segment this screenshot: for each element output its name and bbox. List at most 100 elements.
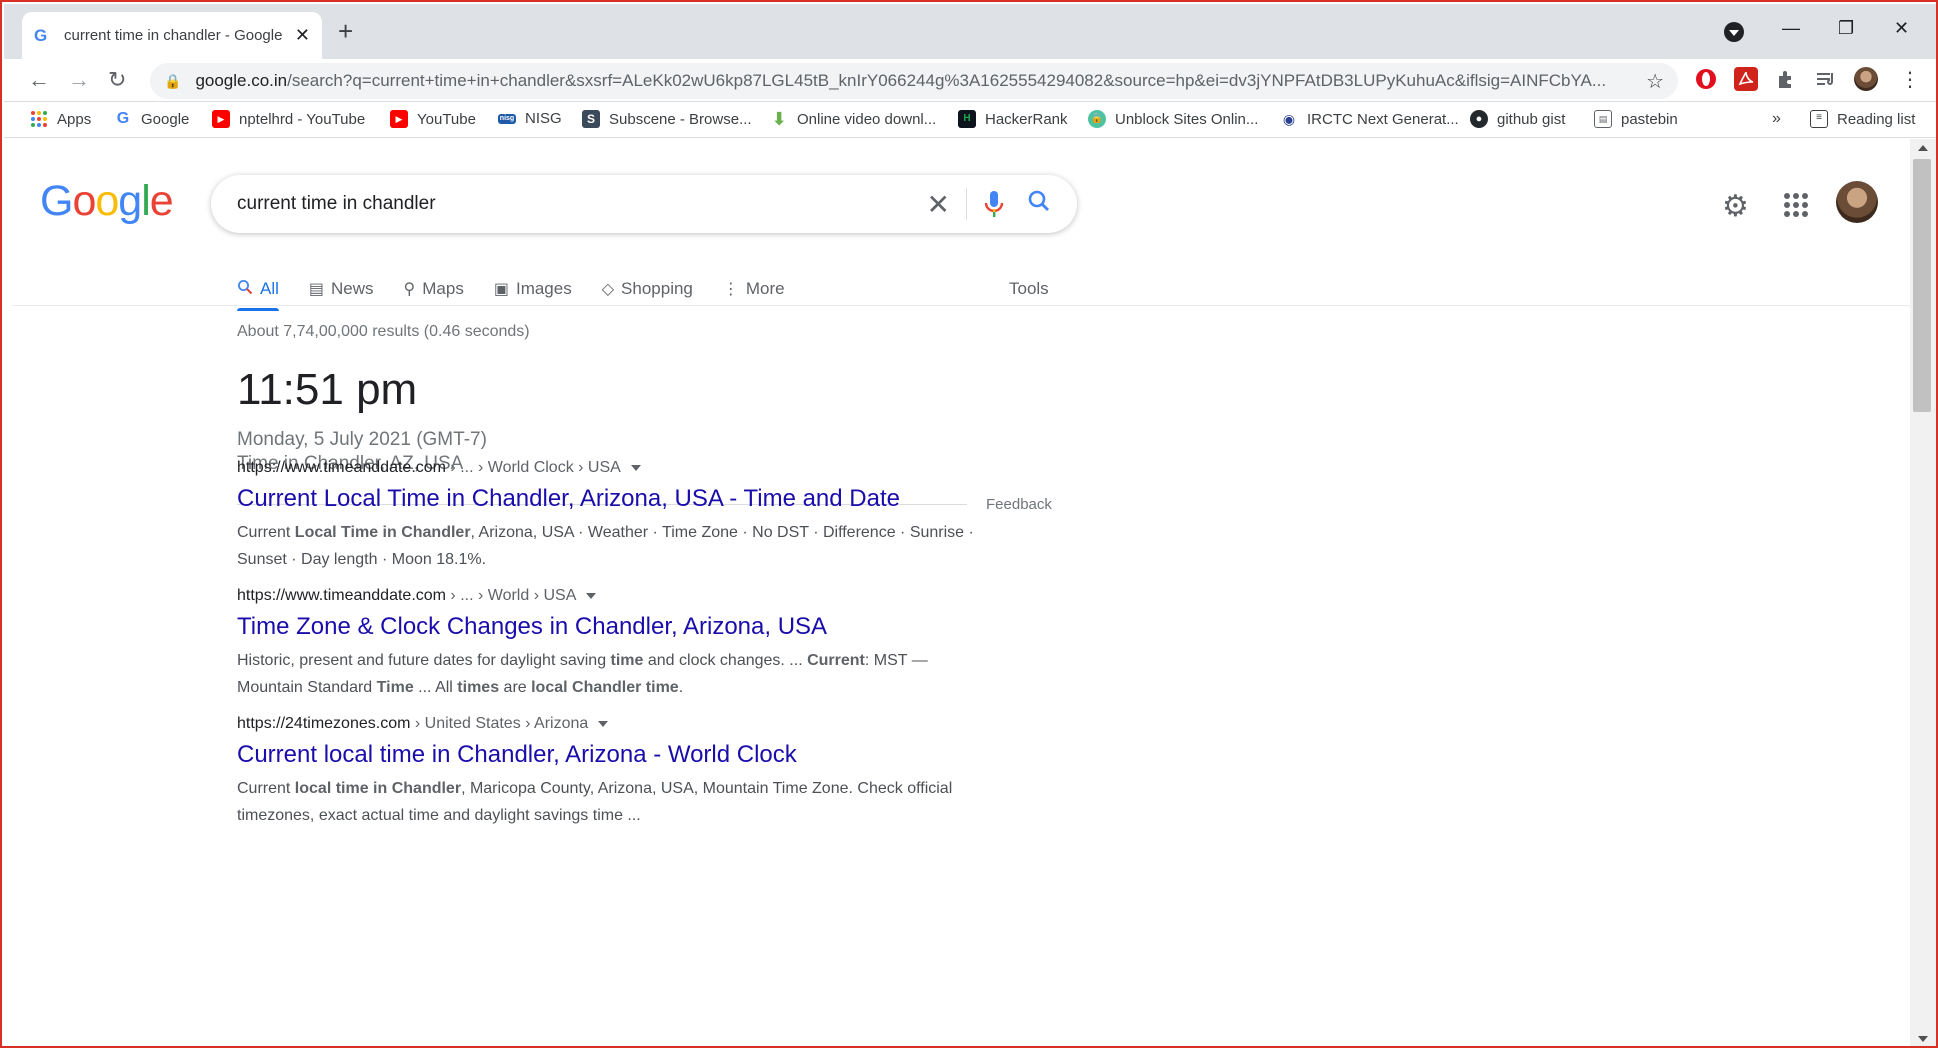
tab-strip: G current time in chandler - Google ✕ + … xyxy=(4,4,1936,59)
result-snippet: Current Local Time in Chandler, Arizona,… xyxy=(237,519,997,573)
search-icon xyxy=(237,279,253,300)
irctc-icon: ◉ xyxy=(1282,111,1296,127)
snippet-text: Current xyxy=(237,524,295,541)
reload-icon[interactable]: ↻ xyxy=(108,67,126,93)
bookmark-subscene[interactable]: S Subscene - Browse... xyxy=(582,110,752,128)
github-icon: ● xyxy=(1470,110,1488,128)
back-icon[interactable]: ← xyxy=(28,67,50,93)
google-g-icon: G xyxy=(116,110,130,127)
current-date: Monday, 5 July 2021 (GMT-7) xyxy=(237,429,487,450)
bookmark-label: nptelhrd - YouTube xyxy=(239,110,366,128)
browser-tab[interactable]: G current time in chandler - Google ✕ xyxy=(22,12,322,59)
tab-label: More xyxy=(745,279,785,298)
result-menu-caret-icon[interactable] xyxy=(586,592,597,599)
gear-icon[interactable]: ⚙ xyxy=(1722,189,1749,224)
menu-dots-icon[interactable]: ⋮ xyxy=(1900,67,1920,92)
result-menu-caret-icon[interactable] xyxy=(598,720,609,727)
scroll-down-arrow-icon[interactable] xyxy=(1918,1036,1928,1042)
tools-label: Tools xyxy=(1009,279,1049,298)
bookmark-github-gist[interactable]: ● github gist xyxy=(1470,110,1565,128)
result-menu-caret-icon[interactable] xyxy=(630,464,641,471)
search-input[interactable]: current time in chandler xyxy=(237,193,927,215)
result-snippet: Current local time in Chandler, Maricopa… xyxy=(237,775,997,829)
bookmark-google[interactable]: G Google xyxy=(114,110,190,128)
bookmark-apps[interactable]: Apps xyxy=(30,110,91,128)
browser-window: G current time in chandler - Google ✕ + … xyxy=(0,0,1938,1048)
search-result: https://24timezones.com › United States … xyxy=(237,715,997,829)
reading-list-button[interactable]: ≡ Reading list xyxy=(1810,110,1915,128)
bookmark-label: github gist xyxy=(1497,110,1566,128)
extensions-puzzle-icon[interactable] xyxy=(1774,67,1798,91)
result-title-link[interactable]: Current local time in Chandler, Arizona … xyxy=(237,741,997,769)
tabs-divider xyxy=(12,305,1910,306)
media-queue-icon[interactable] xyxy=(1814,67,1838,91)
bookmark-nisg[interactable]: nisg NISG xyxy=(498,110,562,127)
result-stats: About 7,74,00,000 results (0.46 seconds) xyxy=(237,323,530,340)
bookmark-pastebin[interactable]: ▤ pastebin xyxy=(1594,110,1678,128)
snippet-highlight: Time xyxy=(376,679,414,696)
result-url[interactable]: https://www.timeanddate.com › ... › Worl… xyxy=(237,587,997,605)
google-favicon-icon: G xyxy=(34,25,48,45)
scrollbar-thumb[interactable] xyxy=(1913,159,1931,412)
address-bar[interactable]: 🔒 google.co.in/search?q=current+time+in+… xyxy=(150,63,1678,99)
minimize-button[interactable]: — xyxy=(1782,18,1800,39)
bookmark-label: Apps xyxy=(57,110,92,128)
bookmark-unblock-sites[interactable]: 🔒 Unblock Sites Onlin... xyxy=(1088,110,1258,128)
google-apps-icon[interactable] xyxy=(1784,193,1808,217)
new-tab-button[interactable]: + xyxy=(338,18,353,44)
map-pin-icon: ⚲ xyxy=(403,281,416,298)
tag-icon: ◇ xyxy=(601,281,615,298)
tab-search-icon[interactable] xyxy=(1724,22,1744,42)
bookmarks-overflow-label: » xyxy=(1772,110,1781,127)
pdf-extension-icon[interactable] xyxy=(1734,67,1758,91)
account-avatar[interactable] xyxy=(1836,181,1878,223)
snippet-text: Current xyxy=(237,780,295,797)
result-title-link[interactable]: Current Local Time in Chandler, Arizona,… xyxy=(237,485,997,513)
clear-icon[interactable]: ✕ xyxy=(927,188,950,221)
bookmarks-bar: Apps G Google ▶ nptelhrd - YouTube ▶ You… xyxy=(4,102,1936,138)
hackerrank-icon: H xyxy=(958,110,976,128)
bookmark-hackerrank[interactable]: H HackerRank xyxy=(958,110,1068,128)
snippet-text: and clock changes. ... xyxy=(643,652,808,669)
youtube-icon: ▶ xyxy=(390,110,408,128)
google-logo[interactable]: Google xyxy=(40,177,174,226)
result-snippet: Historic, present and future dates for d… xyxy=(237,647,997,701)
bookmark-label: Unblock Sites Onlin... xyxy=(1115,110,1259,128)
search-results-page: Google current time in chandler ✕ ⚙ All xyxy=(4,139,1910,1046)
more-dots-icon: ⋮ xyxy=(722,281,739,298)
bookmark-online-video[interactable]: ⬇ Online video downl... xyxy=(770,110,936,128)
bookmark-nptelhrd[interactable]: ▶ nptelhrd - YouTube xyxy=(212,110,365,128)
tab-label: News xyxy=(331,279,374,298)
bookmark-youtube[interactable]: ▶ YouTube xyxy=(390,110,476,128)
forward-icon[interactable]: → xyxy=(68,67,90,93)
tab-label: All xyxy=(260,279,279,298)
url-text[interactable]: google.co.in/search?q=current+time+in+ch… xyxy=(195,71,1646,91)
vertical-scrollbar[interactable] xyxy=(1910,139,1936,1046)
snippet-text: Historic, present and future dates for d… xyxy=(237,652,611,669)
bookmark-label: YouTube xyxy=(417,110,476,128)
bookmark-label: NISG xyxy=(525,110,562,127)
result-url[interactable]: https://24timezones.com › United States … xyxy=(237,715,997,733)
result-title-link[interactable]: Time Zone & Clock Changes in Chandler, A… xyxy=(237,613,997,641)
opera-extension-icon[interactable] xyxy=(1694,67,1718,91)
scroll-up-arrow-icon[interactable] xyxy=(1918,145,1928,151)
browser-toolbar: ← → ↻ 🔒 google.co.in/search?q=current+ti… xyxy=(4,59,1936,102)
restore-button[interactable]: ❐ xyxy=(1838,18,1854,39)
snippet-text: ... All xyxy=(413,679,458,696)
search-result: https://www.timeanddate.com › ... › Worl… xyxy=(237,459,997,573)
tab-title: current time in chandler - Google xyxy=(64,27,283,44)
bookmark-irctc[interactable]: ◉ IRCTC Next Generat... xyxy=(1280,110,1459,128)
close-window-button[interactable]: ✕ xyxy=(1894,18,1909,39)
tab-label: Images xyxy=(515,279,572,298)
image-icon: ▣ xyxy=(493,281,509,298)
search-divider xyxy=(966,188,967,220)
microphone-icon[interactable] xyxy=(983,189,1005,219)
close-tab-icon[interactable]: ✕ xyxy=(295,25,310,46)
search-icon[interactable] xyxy=(1027,189,1051,220)
bookmark-star-icon[interactable]: ☆ xyxy=(1646,69,1664,94)
profile-avatar[interactable] xyxy=(1854,67,1878,91)
snippet-text: are xyxy=(499,679,532,696)
bookmarks-overflow-button[interactable]: » xyxy=(1772,110,1781,128)
search-box[interactable]: current time in chandler ✕ xyxy=(211,175,1077,233)
result-url[interactable]: https://www.timeanddate.com › ... › Worl… xyxy=(237,459,997,477)
